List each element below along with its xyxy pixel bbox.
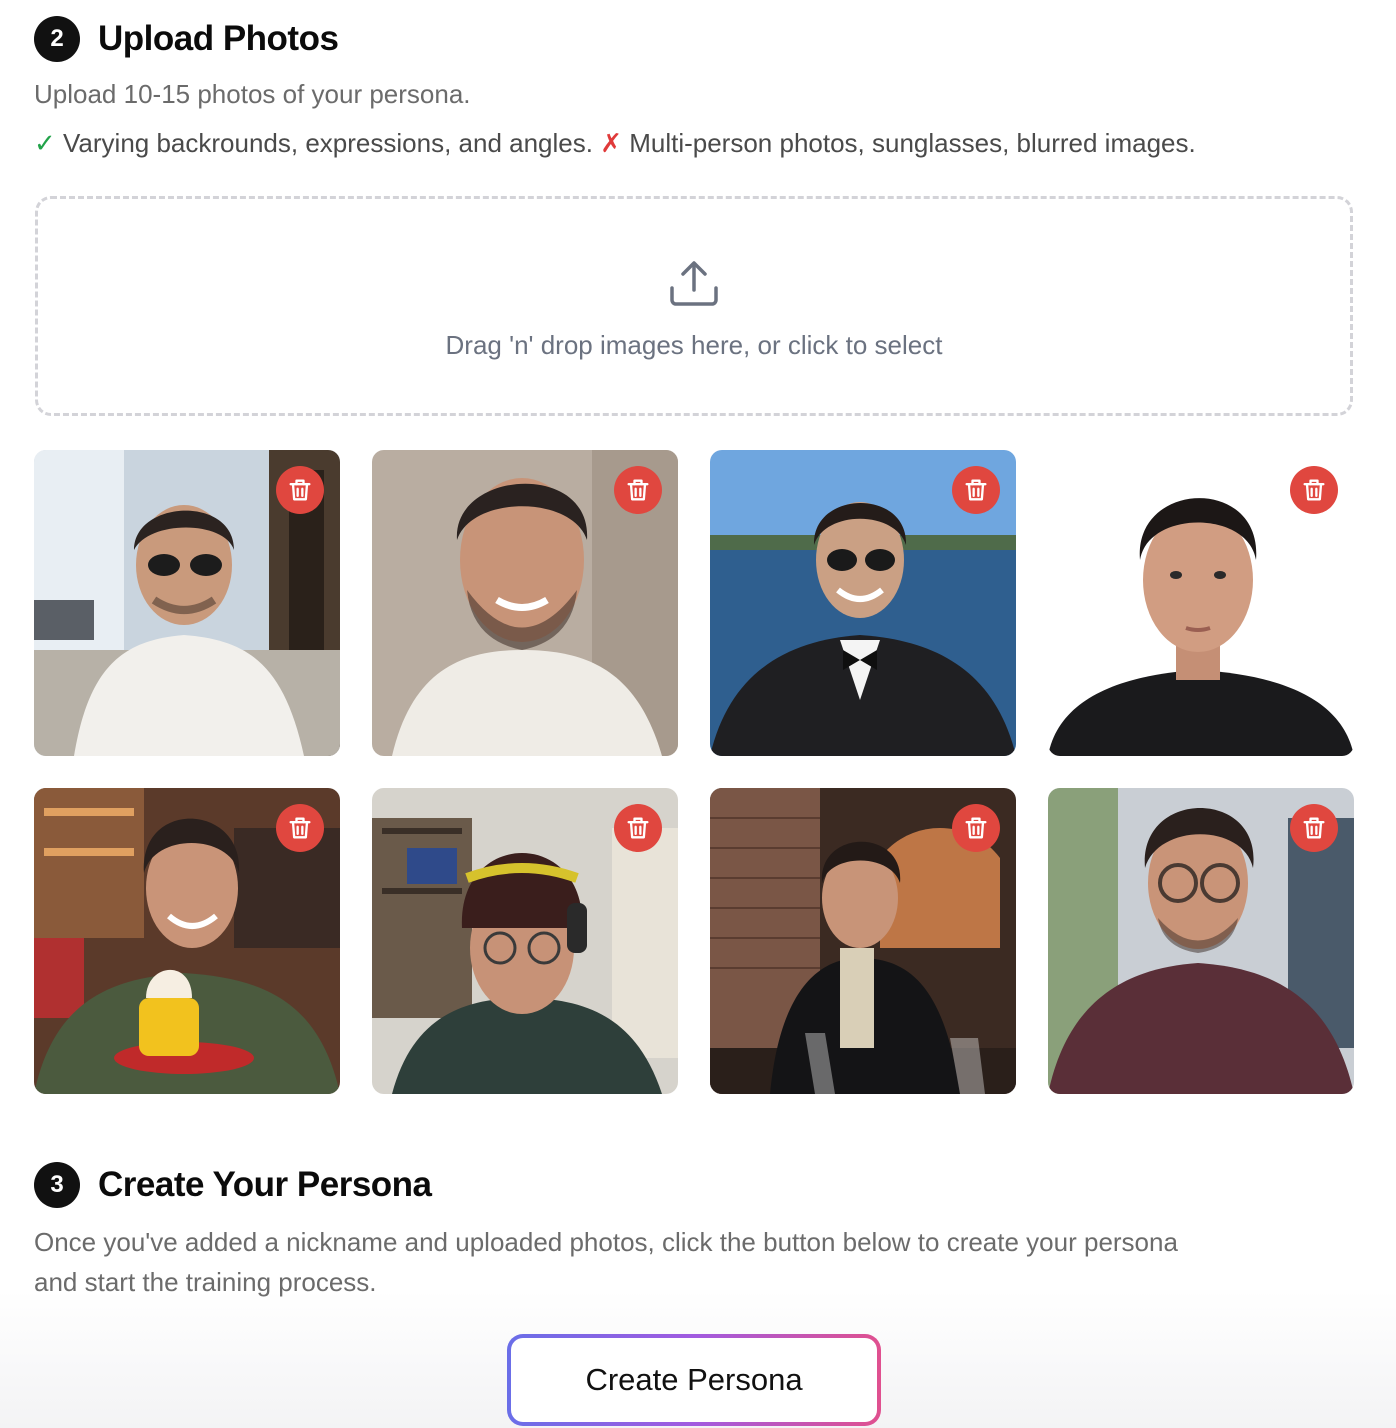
upload-icon — [670, 260, 718, 306]
delete-photo-button[interactable] — [276, 466, 324, 514]
uploaded-photo-7 — [710, 788, 1016, 1094]
trash-icon — [1303, 817, 1325, 839]
create-instructions-line-2: and start the training process. — [34, 1267, 377, 1297]
uploaded-photo-1 — [34, 450, 340, 756]
create-persona-button[interactable]: Create Persona — [507, 1334, 881, 1426]
upload-photos-header: 2 Upload Photos — [34, 16, 339, 62]
delete-photo-button[interactable] — [614, 466, 662, 514]
check-icon: ✓ — [34, 128, 56, 158]
delete-photo-button[interactable] — [952, 466, 1000, 514]
persona-creation-page: 2 Upload Photos Upload 10-15 photos of y… — [0, 0, 1396, 1428]
photo-guidelines: ✓ Varying backrounds, expressions, and a… — [34, 124, 1196, 162]
uploaded-photo-3 — [710, 450, 1016, 756]
trash-icon — [1303, 479, 1325, 501]
delete-photo-button[interactable] — [614, 804, 662, 852]
trash-icon — [627, 817, 649, 839]
delete-photo-button[interactable] — [276, 804, 324, 852]
section-title: Create Your Persona — [98, 1165, 432, 1204]
cross-icon: ✗ — [592, 128, 622, 158]
delete-photo-button[interactable] — [952, 804, 1000, 852]
create-persona-button-label: Create Persona — [511, 1338, 877, 1422]
trash-icon — [289, 479, 311, 501]
dropzone-label: Drag 'n' drop images here, or click to s… — [445, 329, 943, 360]
uploaded-photo-2 — [372, 450, 678, 756]
uploaded-photo-6 — [372, 788, 678, 1094]
trash-icon — [965, 817, 987, 839]
create-instructions-line-1: Once you've added a nickname and uploade… — [34, 1227, 1178, 1257]
trash-icon — [289, 817, 311, 839]
step-number-badge: 3 — [34, 1162, 80, 1208]
image-dropzone[interactable]: Drag 'n' drop images here, or click to s… — [35, 196, 1353, 416]
trash-icon — [965, 479, 987, 501]
upload-instructions: Upload 10-15 photos of your persona. — [34, 79, 471, 109]
delete-photo-button[interactable] — [1290, 466, 1338, 514]
trash-icon — [627, 479, 649, 501]
do-guideline-text: Varying backrounds, expressions, and ang… — [55, 128, 593, 158]
uploaded-photo-5 — [34, 788, 340, 1094]
uploaded-photo-4 — [1048, 450, 1354, 756]
dont-guideline-text: Multi-person photos, sunglasses, blurred… — [621, 128, 1196, 158]
section-title: Upload Photos — [98, 19, 339, 58]
step-number-badge: 2 — [34, 16, 80, 62]
uploaded-photo-8 — [1048, 788, 1354, 1094]
delete-photo-button[interactable] — [1290, 804, 1338, 852]
create-persona-header: 3 Create Your Persona — [34, 1162, 432, 1208]
